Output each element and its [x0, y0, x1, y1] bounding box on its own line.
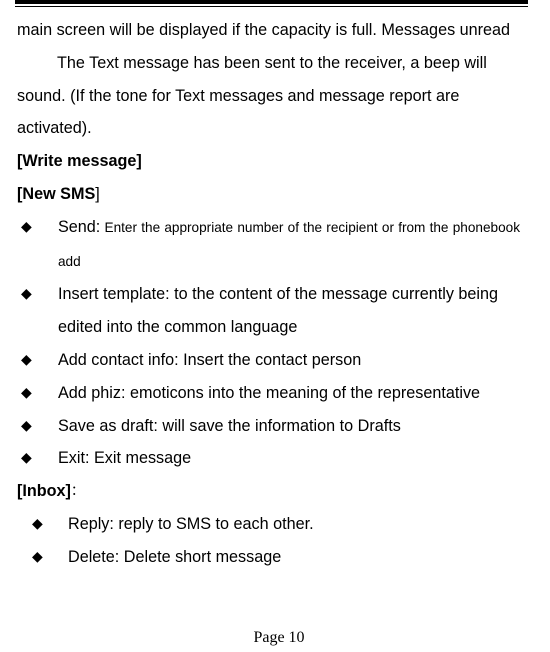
paragraph-text-message: The Text message has been sent to the re…: [17, 47, 520, 145]
document-page: main screen will be displayed if the cap…: [0, 0, 550, 652]
diamond-bullet-icon: ◆: [21, 417, 32, 434]
list-item-body: Delete: Delete short message: [68, 541, 520, 574]
list-item: ◆ Delete: Delete short message: [17, 541, 520, 574]
list-item-description: will save the information to Drafts: [157, 416, 401, 435]
list-item-body: Reply: reply to SMS to each other.: [68, 508, 520, 541]
diamond-bullet-icon: ◆: [21, 450, 32, 467]
heading-write-message-label: [Write message]: [17, 152, 142, 171]
list-item-description: Exit message: [89, 449, 192, 468]
list-item-body: Insert template: to the content of the m…: [58, 278, 520, 344]
header-rule-thin: [15, 6, 528, 7]
header-rule-group: [15, 0, 528, 7]
heading-inbox-label: [Inbox]: [17, 482, 71, 501]
document-body: main screen will be displayed if the cap…: [17, 14, 520, 574]
list-item-body: Add contact info: Insert the contact per…: [58, 344, 520, 377]
list-item: ◆ Add contact info: Insert the contact p…: [17, 344, 520, 377]
diamond-bullet-icon: ◆: [21, 218, 32, 235]
heading-new-sms: [New SMS]: [17, 178, 520, 211]
list-item: ◆ Send: Enter the appropriate number of …: [17, 211, 520, 279]
list-item: ◆ Add phiz: emoticons into the meaning o…: [17, 377, 520, 410]
list-item-body: Exit: Exit message: [58, 442, 520, 475]
list-item-label: Send:: [58, 217, 101, 236]
paragraph-continued-text: main screen will be displayed if the cap…: [17, 21, 511, 39]
list-item-description: Enter the appropriate number of the reci…: [58, 219, 520, 269]
list-item-label: Insert template:: [58, 285, 170, 304]
list-item: ◆ Exit: Exit message: [17, 442, 520, 475]
list-item-label: Reply:: [68, 514, 114, 533]
paragraph-continued: main screen will be displayed if the cap…: [17, 14, 520, 47]
list-item-label: Save as draft:: [58, 416, 158, 435]
list-item: ◆ Reply: reply to SMS to each other.: [17, 508, 520, 541]
page-number: Page 10: [253, 629, 305, 646]
diamond-bullet-icon: ◆: [21, 384, 32, 401]
list-item-label: Exit:: [58, 449, 90, 468]
diamond-bullet-icon: ◆: [32, 548, 43, 565]
list-item-label: Delete:: [68, 547, 120, 566]
list-item-label: Add contact info:: [58, 350, 179, 369]
list-item: ◆ Save as draft: will save the informati…: [17, 410, 520, 443]
list-item-body: Send: Enter the appropriate number of th…: [58, 211, 520, 279]
list-item-description: Insert the contact person: [178, 350, 362, 369]
list-item: ◆ Insert template: to the content of the…: [17, 278, 520, 344]
list-item-description: Delete short message: [119, 547, 282, 566]
heading-new-sms-label: [New SMS: [17, 184, 96, 203]
list-item-description: reply to SMS to each other.: [113, 514, 314, 533]
diamond-bullet-icon: ◆: [21, 351, 32, 368]
list-item-description: emoticons into the meaning of the repres…: [125, 383, 481, 402]
list-item-body: Save as draft: will save the information…: [58, 410, 520, 443]
heading-write-message: [Write message]: [17, 145, 520, 178]
paragraph-text-message-text: The Text message has been sent to the re…: [17, 53, 487, 138]
heading-inbox-colon: ：: [70, 483, 84, 499]
page-footer: Page 10: [0, 628, 550, 648]
heading-inbox: [Inbox]：: [17, 475, 520, 508]
diamond-bullet-icon: ◆: [32, 515, 43, 532]
list-item-body: Add phiz: emoticons into the meaning of …: [58, 377, 520, 410]
list-item-label: Add phiz:: [58, 383, 126, 402]
heading-new-sms-bracket: ]: [95, 184, 100, 203]
diamond-bullet-icon: ◆: [21, 286, 32, 303]
